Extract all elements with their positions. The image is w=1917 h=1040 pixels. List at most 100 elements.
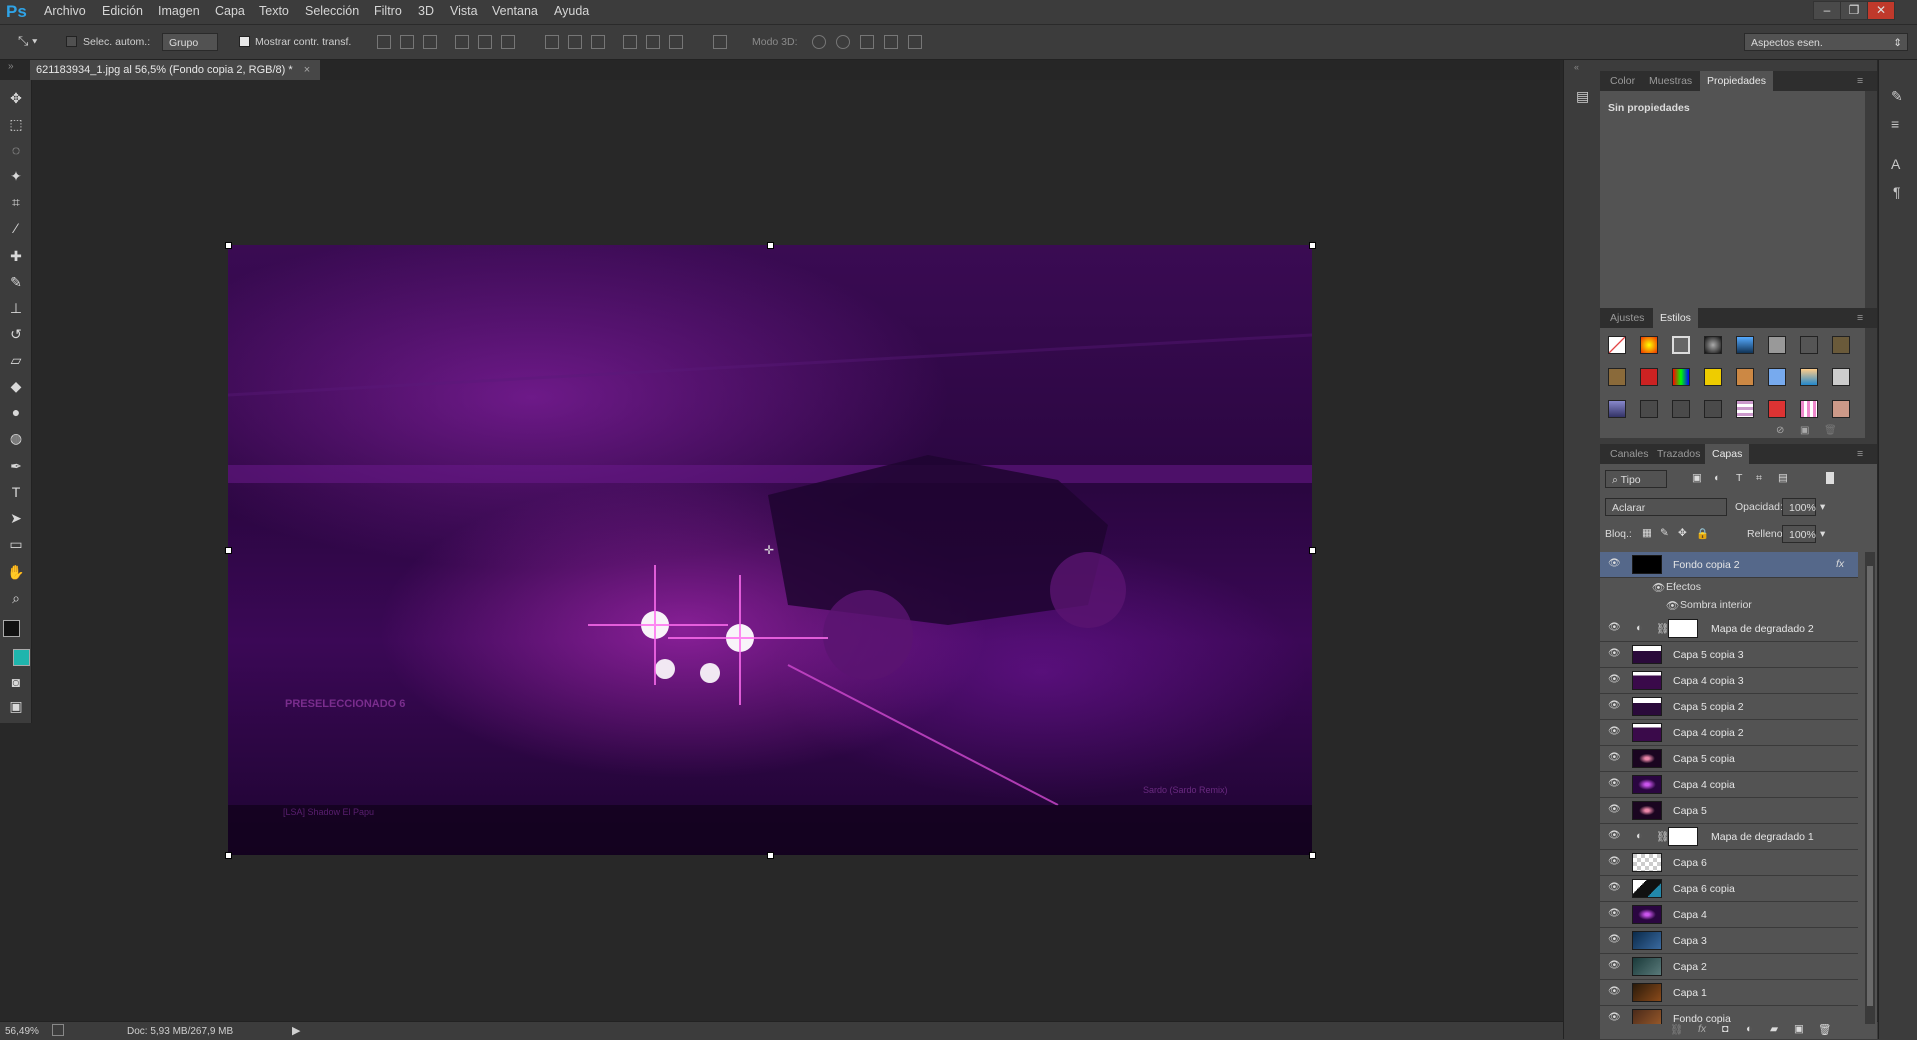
collapse-dock-icon[interactable]: «: [1574, 62, 1579, 72]
style-swatch[interactable]: [1800, 336, 1818, 354]
menu-capa[interactable]: Capa: [215, 4, 245, 18]
menu-texto[interactable]: Texto: [259, 4, 289, 18]
restore-button[interactable]: ❐: [1840, 1, 1868, 20]
layer-name[interactable]: Capa 1: [1673, 987, 1707, 999]
transform-handle-br[interactable]: [1309, 852, 1316, 859]
add-mask-icon[interactable]: ◘: [1722, 1023, 1728, 1035]
layer-row[interactable]: 👁 Fondo copia 2 fx: [1600, 552, 1858, 578]
link-layers-icon[interactable]: ⛓: [1670, 1023, 1683, 1036]
style-swatch[interactable]: [1736, 368, 1754, 386]
menu-vista[interactable]: Vista: [450, 4, 478, 18]
style-swatch[interactable]: [1832, 400, 1850, 418]
layer-name[interactable]: Capa 4 copia 2: [1673, 727, 1744, 739]
history-panel-icon[interactable]: ▤: [1576, 88, 1589, 105]
character-panel-icon[interactable]: A: [1891, 156, 1900, 172]
align-left-icon[interactable]: [455, 35, 469, 49]
style-swatch[interactable]: [1672, 336, 1690, 354]
effect-eye-icon[interactable]: 👁: [1666, 599, 1679, 612]
blur-tool-icon[interactable]: ●: [6, 402, 26, 422]
fx-icon[interactable]: fx: [1836, 558, 1844, 570]
layer-row[interactable]: 👁 Capa 6 copia: [1600, 876, 1858, 902]
layer-name[interactable]: Capa 6 copia: [1673, 883, 1735, 895]
layers-scrollbar[interactable]: [1865, 552, 1875, 1024]
distribute-bottom-icon[interactable]: [591, 35, 605, 49]
add-style-icon[interactable]: fx: [1698, 1023, 1706, 1035]
layer-row[interactable]: 👁 Capa 4 copia: [1600, 772, 1858, 798]
style-swatch[interactable]: [1672, 400, 1690, 418]
style-swatch[interactable]: [1640, 336, 1658, 354]
brush-tool-icon[interactable]: ✎: [6, 272, 26, 292]
align-vcenter-icon[interactable]: [400, 35, 414, 49]
fill-input[interactable]: 100%: [1782, 525, 1816, 543]
move-tool-icon[interactable]: ✥: [6, 88, 26, 108]
lock-position-icon[interactable]: ✥: [1678, 527, 1687, 539]
layer-row[interactable]: 👁 Capa 1: [1600, 980, 1858, 1006]
3d-pan-icon[interactable]: [860, 35, 874, 49]
paragraph-panel-icon[interactable]: ¶: [1893, 184, 1901, 200]
style-swatch[interactable]: [1736, 400, 1754, 418]
style-swatch[interactable]: [1768, 368, 1786, 386]
distribute-hcenter-icon[interactable]: [646, 35, 660, 49]
transform-handle-ml[interactable]: [225, 547, 232, 554]
filter-shape-icon[interactable]: ⌗: [1756, 472, 1762, 485]
style-swatch[interactable]: [1768, 336, 1786, 354]
collapse-toolbar-icon[interactable]: »: [8, 61, 14, 72]
hand-tool-icon[interactable]: ✋: [6, 562, 26, 582]
tab-ajustes[interactable]: Ajustes: [1603, 308, 1651, 328]
layer-name[interactable]: Capa 5: [1673, 805, 1707, 817]
clone-stamp-tool-icon[interactable]: ⊥: [6, 298, 26, 318]
panel-menu-icon[interactable]: ≡: [1850, 444, 1870, 464]
blend-mode-dropdown[interactable]: Aclarar: [1605, 498, 1727, 516]
layer-name[interactable]: Mapa de degradado 1: [1711, 831, 1814, 843]
move-tool-preset-icon[interactable]: ⤡ ▾: [18, 33, 37, 49]
quick-mask-icon[interactable]: ◙: [6, 672, 26, 692]
background-color-swatch[interactable]: [13, 649, 30, 666]
paint-bucket-tool-icon[interactable]: ◆: [6, 376, 26, 396]
menu-ventana[interactable]: Ventana: [492, 4, 538, 18]
type-tool-icon[interactable]: T: [6, 482, 26, 502]
filter-adjustment-icon[interactable]: ◐: [1714, 472, 1720, 484]
visibility-eye-icon[interactable]: 👁: [1608, 623, 1621, 633]
new-adjustment-icon[interactable]: ◐: [1746, 1023, 1752, 1035]
screen-mode-icon[interactable]: ▣: [6, 696, 26, 716]
menu-filtro[interactable]: Filtro: [374, 4, 402, 18]
zoom-level[interactable]: 56,49%: [5, 1026, 39, 1037]
visibility-eye-icon[interactable]: 👁: [1608, 675, 1621, 685]
new-style-icon[interactable]: ▣: [1800, 425, 1809, 436]
document-tab[interactable]: 621183934_1.jpg al 56,5% (Fondo copia 2,…: [30, 60, 321, 80]
minimize-button[interactable]: –: [1813, 1, 1841, 20]
filter-toggle-icon[interactable]: [1826, 472, 1834, 484]
menu-3d[interactable]: 3D: [418, 4, 434, 18]
layer-row[interactable]: 👁 Capa 4 copia 2: [1600, 720, 1858, 746]
layer-row[interactable]: 👁 Capa 4: [1600, 902, 1858, 928]
layer-row[interactable]: 👁 ◐ ⛓ Mapa de degradado 2: [1600, 616, 1858, 642]
layer-name[interactable]: Capa 4 copia 3: [1673, 675, 1744, 687]
tab-estilos[interactable]: Estilos: [1653, 308, 1698, 328]
layer-name[interactable]: Fondo copia 2: [1673, 559, 1740, 571]
3d-roll-icon[interactable]: [836, 35, 850, 49]
style-swatch[interactable]: [1800, 400, 1818, 418]
layer-row[interactable]: 👁 Capa 2: [1600, 954, 1858, 980]
distribute-left-icon[interactable]: [623, 35, 637, 49]
visibility-eye-icon[interactable]: 👁: [1608, 857, 1621, 867]
transform-handle-mr[interactable]: [1309, 547, 1316, 554]
style-swatch[interactable]: [1672, 368, 1690, 386]
clear-style-icon[interactable]: ⊘: [1776, 425, 1784, 436]
zoom-tool-icon[interactable]: ⌕: [6, 588, 26, 608]
align-right-icon[interactable]: [501, 35, 515, 49]
menu-imagen[interactable]: Imagen: [158, 4, 200, 18]
visibility-eye-icon[interactable]: 👁: [1608, 649, 1621, 659]
align-top-icon[interactable]: [377, 35, 391, 49]
distribute-right-icon[interactable]: [669, 35, 683, 49]
foreground-color-swatch[interactable]: [3, 620, 20, 637]
visibility-eye-icon[interactable]: 👁: [1608, 1013, 1621, 1023]
style-swatch[interactable]: [1832, 336, 1850, 354]
align-bottom-icon[interactable]: [423, 35, 437, 49]
layer-row[interactable]: 👁 Capa 4 copia 3: [1600, 668, 1858, 694]
3d-slide-icon[interactable]: [884, 35, 898, 49]
trash-icon[interactable]: 🗑: [1824, 425, 1837, 436]
fill-slider-icon[interactable]: ▾: [1820, 528, 1825, 540]
distribute-vcenter-icon[interactable]: [568, 35, 582, 49]
lock-all-icon[interactable]: 🔒: [1696, 527, 1709, 540]
transform-handle-bm[interactable]: [767, 852, 774, 859]
